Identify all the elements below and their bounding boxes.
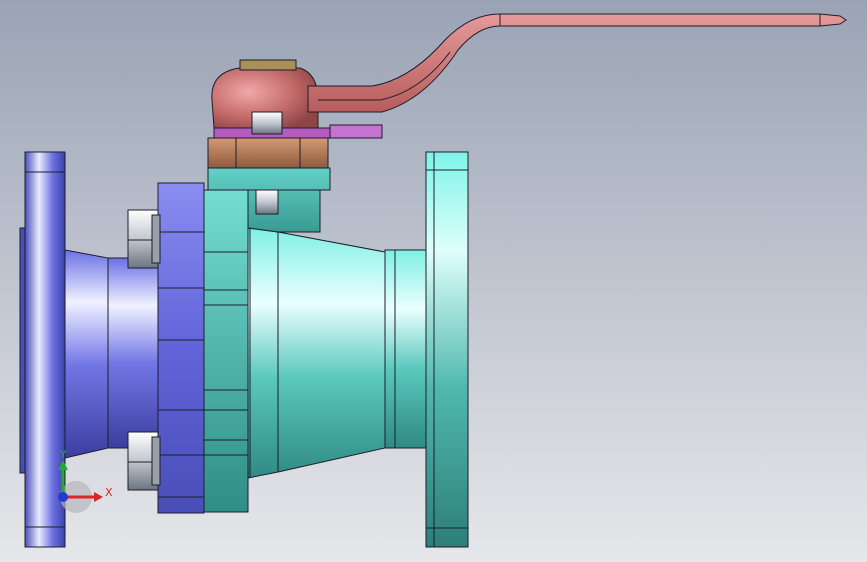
right-flange[interactable]	[425, 151, 469, 548]
left-body-neck[interactable]	[64, 249, 161, 459]
handle-hub[interactable]	[211, 59, 319, 135]
y-axis-label[interactable]: Y	[59, 448, 67, 461]
bolt-head-lower[interactable]	[127, 431, 161, 491]
right-body-flange[interactable]	[203, 189, 249, 513]
left-body-flange[interactable]	[157, 182, 205, 514]
model-view[interactable]: Y X	[0, 0, 867, 562]
z-axis-dot[interactable]	[58, 492, 68, 502]
bolt-head-upper[interactable]	[127, 209, 161, 269]
cad-graphics-viewport[interactable]: Y X	[0, 0, 867, 562]
right-neck[interactable]	[384, 249, 428, 449]
gland-nut[interactable]	[207, 137, 329, 169]
valve-body[interactable]	[247, 227, 386, 479]
x-axis-label[interactable]: X	[105, 486, 113, 499]
stem-bolt[interactable]	[255, 189, 279, 215]
left-flange[interactable]	[19, 151, 66, 548]
